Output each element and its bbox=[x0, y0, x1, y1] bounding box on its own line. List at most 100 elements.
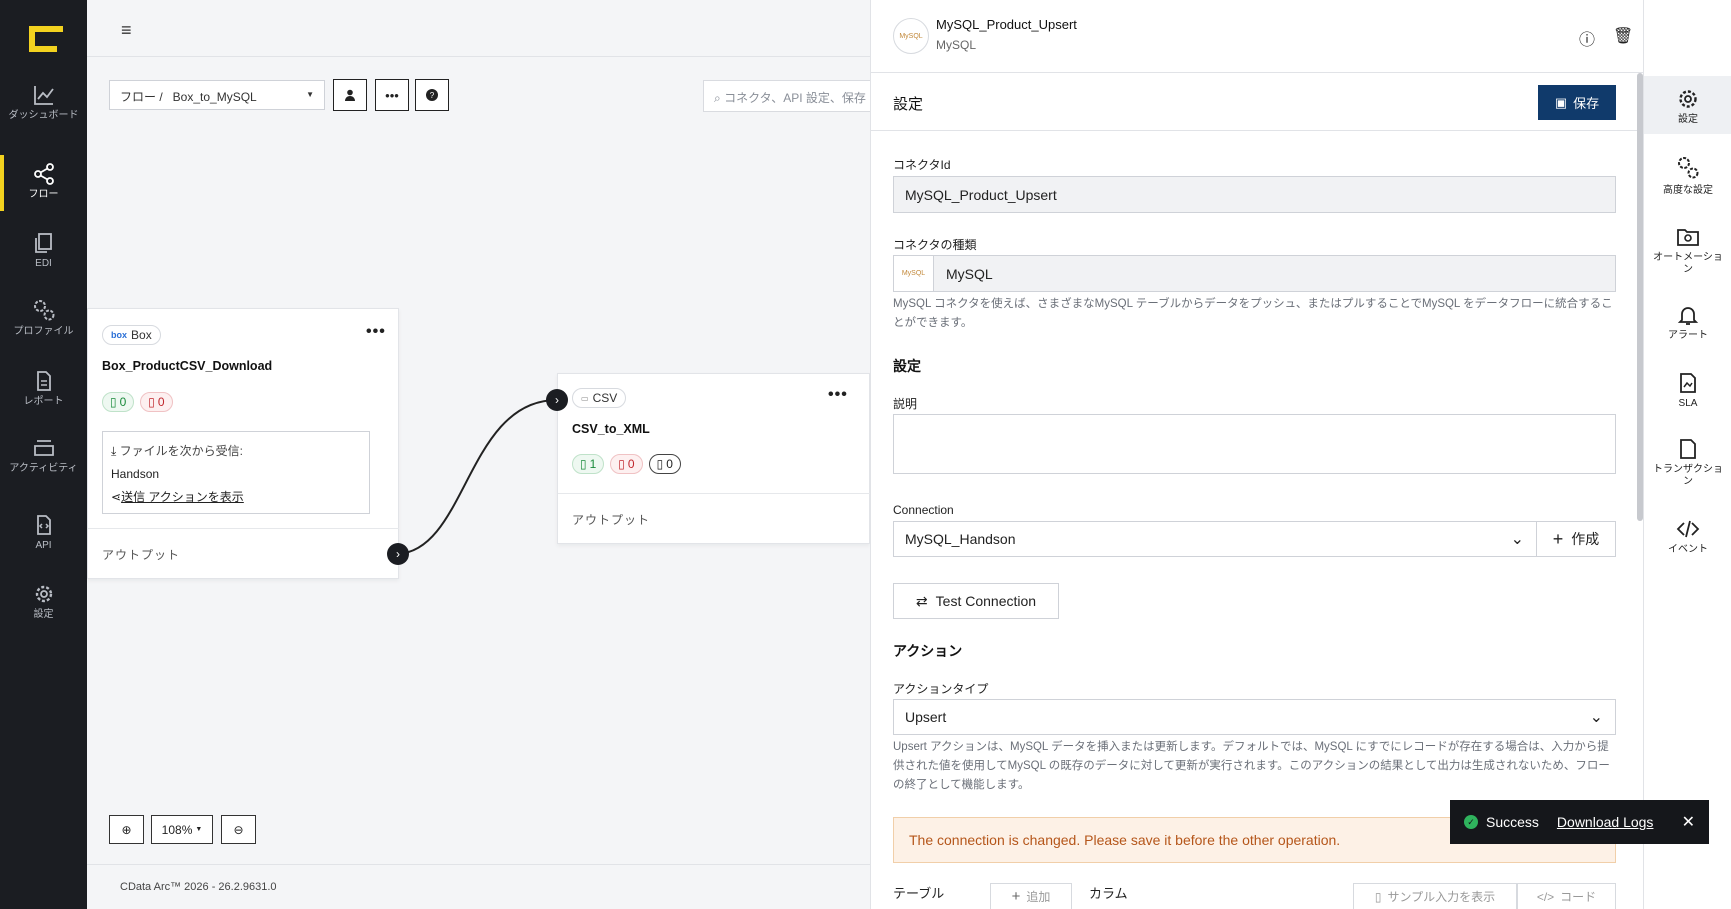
action-type-select[interactable]: Upsert ⌄ bbox=[893, 699, 1616, 735]
connector-type-label: CSV bbox=[592, 391, 618, 405]
code-button[interactable]: </> コード bbox=[1517, 883, 1616, 909]
rail-item-events[interactable]: イベント bbox=[1644, 518, 1731, 556]
connection-select[interactable]: MySQL_Handson ⌄ bbox=[893, 521, 1537, 557]
action-type-label: アクションタイプ bbox=[893, 682, 989, 696]
rail-item-advanced[interactable]: 高度な設定 bbox=[1644, 155, 1731, 197]
output-label: アウトプット bbox=[572, 513, 651, 527]
chevron-right-icon: › bbox=[555, 393, 559, 407]
nav-item-activity[interactable]: アクティビティ bbox=[0, 437, 87, 475]
create-connection-button[interactable]: + 作成 bbox=[1536, 521, 1616, 557]
connector-type-badge: box Box bbox=[102, 325, 161, 345]
success-count[interactable]: ▯ 1 bbox=[572, 454, 605, 474]
settings-heading: 設定 bbox=[893, 358, 921, 374]
zoom-out-icon: ⊖ bbox=[233, 822, 244, 837]
sample-label: サンプル入力を表示 bbox=[1387, 890, 1496, 904]
node-counts: ▯ 0 ▯ 0 bbox=[102, 392, 173, 412]
add-label: 追加 bbox=[1026, 890, 1051, 904]
settings-rail: 設定 高度な設定 オートメーション アラート SLA トランザクション イベント bbox=[1643, 0, 1731, 909]
rail-item-label: トランザクション bbox=[1653, 464, 1723, 487]
error-count[interactable]: ▯ 0 bbox=[610, 454, 643, 474]
nav-item-flow[interactable]: フロー bbox=[0, 155, 87, 211]
close-icon[interactable]: ✕ bbox=[1682, 812, 1695, 832]
output-port[interactable]: › bbox=[387, 543, 409, 565]
connector-type-field[interactable]: MySQL MySQL bbox=[893, 255, 1616, 292]
show-sample-input-button[interactable]: ▯ サンプル入力を表示 bbox=[1353, 883, 1517, 909]
nav-item-label: レポート bbox=[23, 396, 64, 407]
plus-icon: + bbox=[1011, 888, 1021, 905]
flow-node-box[interactable]: box Box ••• Box_ProductCSV_Download ▯ 0 ▯… bbox=[87, 308, 399, 579]
box-logo-icon: box bbox=[111, 330, 128, 340]
document-icon bbox=[1680, 439, 1696, 459]
section-title: 設定 bbox=[893, 96, 924, 113]
node-menu-button[interactable]: ••• bbox=[366, 323, 386, 341]
flow-node-csv[interactable]: ▭ CSV ••• CSV_to_XML ▯ 1 ▯ 0 ▯ 0 アウトプット bbox=[557, 373, 871, 544]
nav-item-api[interactable]: API bbox=[0, 514, 87, 552]
caret-down-icon: ▼ bbox=[195, 826, 203, 833]
connection-value: MySQL_Handson bbox=[905, 531, 1016, 547]
file-icon: ▯ bbox=[656, 457, 664, 471]
test-connection-label: Test Connection bbox=[935, 593, 1037, 609]
code-label: コード bbox=[1560, 890, 1597, 904]
csv-file-icon: ▭ bbox=[581, 393, 589, 403]
nav-item-edi[interactable]: EDI bbox=[0, 232, 87, 270]
description-textarea[interactable] bbox=[893, 414, 1616, 474]
rail-item-label: オートメーション bbox=[1653, 252, 1723, 275]
section-bar: 設定 ▣ 保存 bbox=[871, 73, 1644, 131]
nav-item-report[interactable]: レポート bbox=[0, 370, 87, 408]
zoom-out-button[interactable]: ⊖ bbox=[221, 815, 256, 844]
zoom-level: 108% bbox=[161, 822, 193, 837]
action-heading: アクション bbox=[893, 643, 963, 659]
layers-icon bbox=[33, 440, 54, 456]
file-error-icon: ▯ bbox=[148, 395, 155, 409]
rail-item-label: 設定 bbox=[1678, 114, 1698, 125]
rail-item-transactions[interactable]: トランザクション bbox=[1644, 438, 1731, 488]
check-circle-icon: ✓ bbox=[1464, 815, 1478, 829]
add-table-button[interactable]: + 追加 bbox=[990, 883, 1072, 909]
cdata-logo[interactable] bbox=[29, 26, 63, 52]
count-value: 1 bbox=[589, 457, 597, 471]
connector-type-label: Box bbox=[131, 328, 152, 342]
download-logs-link[interactable]: Download Logs bbox=[1557, 814, 1654, 830]
success-count[interactable]: ▯ 0 bbox=[102, 392, 135, 412]
connector-id-field[interactable]: MySQL_Product_Upsert bbox=[893, 176, 1616, 213]
nav-item-profile[interactable]: プロファイル bbox=[0, 298, 87, 338]
create-label: 作成 bbox=[1571, 531, 1600, 547]
sla-document-icon bbox=[1680, 373, 1696, 393]
trash-icon[interactable]: 🗑 bbox=[1613, 26, 1633, 46]
pending-count[interactable]: ▯ 0 bbox=[648, 454, 681, 474]
file-icon: ▯ bbox=[1374, 889, 1382, 904]
bell-icon bbox=[1677, 307, 1699, 325]
nav-item-label: ダッシュボード bbox=[8, 110, 79, 121]
help-circle-icon[interactable]: ⓘ bbox=[1579, 26, 1595, 50]
rail-item-settings[interactable]: 設定 bbox=[1644, 76, 1731, 134]
input-port[interactable]: › bbox=[546, 389, 568, 411]
toast-status: Success bbox=[1486, 814, 1539, 830]
rail-item-automation[interactable]: オートメーション bbox=[1644, 226, 1731, 276]
save-button[interactable]: ▣ 保存 bbox=[1538, 85, 1616, 120]
rail-item-alert[interactable]: アラート bbox=[1644, 304, 1731, 342]
rail-item-sla[interactable]: SLA bbox=[1644, 372, 1731, 410]
file-error-icon: ▯ bbox=[618, 457, 625, 471]
zoom-in-button[interactable]: ⊕ bbox=[109, 815, 144, 844]
report-icon bbox=[36, 371, 51, 391]
zoom-level-select[interactable]: 108% ▼ bbox=[151, 815, 213, 844]
save-icon: ▣ bbox=[1554, 94, 1568, 110]
node-menu-button[interactable]: ••• bbox=[828, 386, 848, 404]
api-file-icon bbox=[36, 515, 51, 535]
count-value: 0 bbox=[119, 395, 127, 409]
error-count[interactable]: ▯ 0 bbox=[140, 392, 173, 412]
receive-source: Handson bbox=[111, 467, 160, 481]
connector-help-text: MySQL コネクタを使えば、さまざまなMySQL テーブルからデータをプッシュ… bbox=[893, 298, 1613, 329]
receive-info-box: ⤓ ファイルを次から受信: Handson ⋖送信 アクションを表示 bbox=[102, 431, 370, 514]
download-icon: ⤓ bbox=[111, 444, 120, 458]
flow-canvas[interactable]: ≡ フロー / Box_to_MySQL ▼ ••• ? ⌕ コネクタ、API … bbox=[87, 0, 871, 909]
nav-item-dashboard[interactable]: ダッシュボード bbox=[0, 84, 87, 122]
test-connection-button[interactable]: ⇄ Test Connection bbox=[893, 583, 1059, 619]
count-value: 0 bbox=[666, 457, 673, 471]
table-label: テーブル bbox=[893, 886, 945, 901]
connector-settings-panel: MySQL MySQL_Product_Upsert MySQL ⓘ 🗑 ⧉ ✕… bbox=[870, 0, 1698, 909]
nav-item-settings[interactable]: 設定 bbox=[0, 583, 87, 621]
send-action-link[interactable]: 送信 アクションを表示 bbox=[121, 490, 244, 504]
panel-title: MySQL_Product_Upsert bbox=[936, 17, 1077, 32]
nav-item-label: API bbox=[35, 540, 52, 551]
